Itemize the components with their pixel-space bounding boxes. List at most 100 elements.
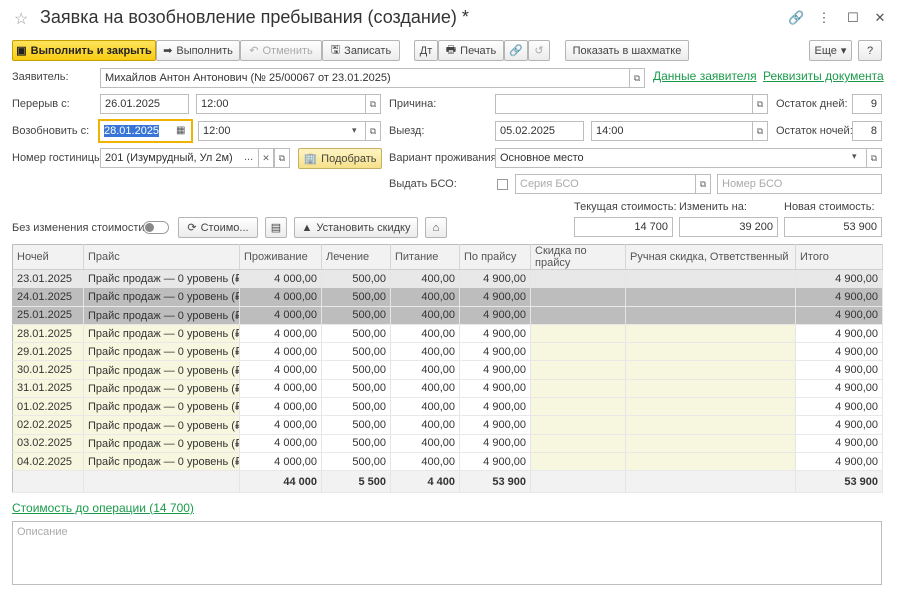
history-icon[interactable]: ↺ bbox=[528, 40, 550, 61]
table-cell: 500,00 bbox=[321, 287, 391, 307]
table-cell: 4 900,00 bbox=[459, 269, 531, 289]
checkout-date-field[interactable]: 05.02.2025 bbox=[495, 121, 584, 141]
table-row[interactable]: 28.01.2025 Прайс продаж — 0 уровень (₽) 4 … bbox=[12, 324, 883, 344]
applicant-field[interactable]: Михайлов Антон Антонович (№ 25/00067 от … bbox=[100, 68, 630, 88]
refresh-icon: ⟳ bbox=[187, 222, 197, 234]
table-cell: 4 900,00 bbox=[795, 415, 883, 435]
totals-row: 44 000 5 500 4 400 53 900 53 900 bbox=[12, 470, 883, 494]
bso-checkbox[interactable] bbox=[497, 179, 508, 190]
description-field[interactable]: Описание bbox=[12, 521, 882, 585]
discount-icon: ▲ bbox=[301, 221, 313, 234]
resume-time-field[interactable]: 12:00 bbox=[198, 121, 366, 141]
cost-before-link[interactable]: Стоимость до операции (14 700) bbox=[12, 501, 194, 515]
total-cell bbox=[12, 470, 84, 494]
table-cell bbox=[530, 434, 626, 453]
run-and-close-button[interactable]: ▣ Выполнить и закрыть bbox=[12, 40, 156, 61]
break-time-open-icon[interactable]: ⧉ bbox=[365, 94, 381, 114]
table-cell: 500,00 bbox=[321, 397, 391, 417]
table-row[interactable]: 30.01.2025 Прайс продаж — 0 уровень (₽) 4 … bbox=[12, 360, 883, 380]
clean-icon[interactable]: ⌂ bbox=[425, 217, 447, 238]
column-header[interactable]: Питание bbox=[390, 244, 460, 270]
checkout-time-open-icon[interactable]: ⧉ bbox=[752, 121, 768, 141]
table-row[interactable]: 04.02.2025 Прайс продаж — 0 уровень (₽) 4 … bbox=[12, 452, 883, 472]
table-cell: 4 000,00 bbox=[239, 287, 322, 307]
table-cell: 4 000,00 bbox=[239, 452, 322, 472]
table-row[interactable]: 24.01.2025 Прайс продаж — 0 уровень (₽) 4 … bbox=[12, 287, 883, 307]
bso-number-field[interactable]: Номер БСО bbox=[717, 174, 882, 194]
debit-icon[interactable]: Дт bbox=[414, 40, 438, 61]
table-row[interactable]: 01.02.2025 Прайс продаж — 0 уровень (₽) 4 … bbox=[12, 397, 883, 417]
nights-table[interactable]: Ночей Прайс Проживание Лечение Питание По пра… bbox=[12, 244, 883, 494]
resume-time-dropdown-icon[interactable]: ▾ bbox=[352, 125, 357, 136]
print-button[interactable]: 🖶 Печать bbox=[438, 40, 504, 61]
days-left-field: 9 bbox=[852, 94, 882, 114]
reason-open-icon[interactable]: ⧉ bbox=[752, 94, 768, 114]
bso-series-field[interactable]: Серия БСО bbox=[515, 174, 696, 194]
cost-button[interactable]: ⟳ Стоимо... bbox=[178, 217, 258, 238]
calculator-icon[interactable]: ▤ bbox=[265, 217, 287, 238]
living-field[interactable]: Основное место bbox=[495, 148, 867, 168]
room-label: Номер гостиницы: bbox=[12, 152, 105, 164]
table-cell: 4 900,00 bbox=[795, 379, 883, 399]
room-open-icon[interactable]: ⧉ bbox=[274, 148, 290, 168]
column-header[interactable]: Ночей bbox=[12, 244, 84, 270]
table-cell: 4 000,00 bbox=[239, 415, 322, 435]
cancel-button[interactable]: ↶ Отменить bbox=[240, 40, 322, 61]
favorite-star-icon[interactable]: ☆ bbox=[14, 9, 28, 29]
break-time-field[interactable]: 12:00 bbox=[196, 94, 366, 114]
checkout-time-field[interactable]: 14:00 bbox=[591, 121, 753, 141]
room-clear-icon[interactable]: ✕ bbox=[258, 148, 274, 168]
column-header[interactable]: Итого bbox=[795, 244, 883, 270]
table-row[interactable]: 03.02.2025 Прайс продаж — 0 уровень (₽) 4 … bbox=[12, 434, 883, 453]
reason-label: Причина: bbox=[389, 98, 437, 110]
bso-series-open-icon[interactable]: ⧉ bbox=[695, 174, 711, 194]
table-row[interactable]: 02.02.2025 Прайс продаж — 0 уровень (₽) 4 … bbox=[12, 415, 883, 435]
column-header[interactable]: Лечение bbox=[321, 244, 391, 270]
calendar-icon[interactable]: ▦ bbox=[176, 125, 185, 136]
run-button[interactable]: ➡ Выполнить bbox=[156, 40, 240, 61]
table-cell: 30.01.2025 bbox=[12, 360, 84, 380]
table-cell: 4 900,00 bbox=[795, 397, 883, 417]
table-cell bbox=[530, 379, 626, 399]
living-open-icon[interactable]: ⧉ bbox=[866, 148, 882, 168]
table-cell: 4 900,00 bbox=[459, 287, 531, 307]
room-field[interactable]: 201 (Изумрудный, Ул 2м) bbox=[100, 148, 259, 168]
room-select-icon[interactable]: ... bbox=[244, 151, 253, 163]
column-header[interactable]: Ручная скидка, Ответственный bbox=[625, 244, 796, 270]
column-header[interactable]: Скидка по прайсу bbox=[530, 244, 626, 270]
table-row[interactable]: 29.01.2025 Прайс продаж — 0 уровень (₽) 4 … bbox=[12, 342, 883, 362]
save-button[interactable]: 🖫 Записать bbox=[322, 40, 400, 61]
table-row[interactable]: 25.01.2025 Прайс продаж — 0 уровень (₽) 4 … bbox=[12, 306, 883, 325]
more-vert-icon[interactable]: ⋮ bbox=[816, 10, 832, 26]
link-icon[interactable]: 🔗 bbox=[788, 10, 804, 26]
set-discount-button[interactable]: ▲ Установить скидку bbox=[294, 217, 418, 238]
table-row[interactable]: 23.01.2025 Прайс продаж — 0 уровень (₽) 4 … bbox=[12, 269, 883, 289]
applicant-data-link[interactable]: Данные заявителя bbox=[653, 69, 757, 83]
doc-details-link[interactable]: Реквизиты документа bbox=[763, 69, 884, 83]
column-header[interactable]: По прайсу bbox=[459, 244, 531, 270]
break-label: Перерыв с: bbox=[12, 98, 70, 110]
open-applicant-icon[interactable]: ⧉ bbox=[629, 68, 645, 88]
maximize-icon[interactable]: ☐ bbox=[845, 10, 861, 26]
reason-field[interactable] bbox=[495, 94, 753, 114]
break-date-field[interactable]: 26.01.2025 bbox=[100, 94, 189, 114]
chain-icon[interactable]: 🔗 bbox=[504, 40, 528, 61]
column-header[interactable]: Прайс bbox=[83, 244, 240, 270]
table-cell: 4 900,00 bbox=[459, 379, 531, 399]
living-dropdown-icon[interactable]: ▾ bbox=[852, 151, 857, 162]
new-cost-label: Новая стоимость: bbox=[784, 201, 875, 213]
resume-time-open-icon[interactable]: ⧉ bbox=[365, 121, 381, 141]
table-row[interactable]: 31.01.2025 Прайс продаж — 0 уровень (₽) 4 … bbox=[12, 379, 883, 399]
table-cell: 400,00 bbox=[390, 452, 460, 472]
close-icon[interactable]: ✕ bbox=[872, 10, 888, 26]
table-cell: 4 900,00 bbox=[459, 397, 531, 417]
table-cell: 400,00 bbox=[390, 379, 460, 399]
show-chess-button[interactable]: Показать в шахматке bbox=[565, 40, 689, 61]
pick-room-button[interactable]: 🏢 Подобрать bbox=[298, 148, 382, 169]
no-change-toggle[interactable] bbox=[143, 221, 169, 234]
more-button[interactable]: Еще ▾ bbox=[809, 40, 852, 61]
run-icon: ➡ bbox=[163, 45, 173, 57]
help-button[interactable]: ? bbox=[858, 40, 882, 61]
change-to-field[interactable]: 39 200 bbox=[679, 217, 778, 237]
column-header[interactable]: Проживание bbox=[239, 244, 322, 270]
